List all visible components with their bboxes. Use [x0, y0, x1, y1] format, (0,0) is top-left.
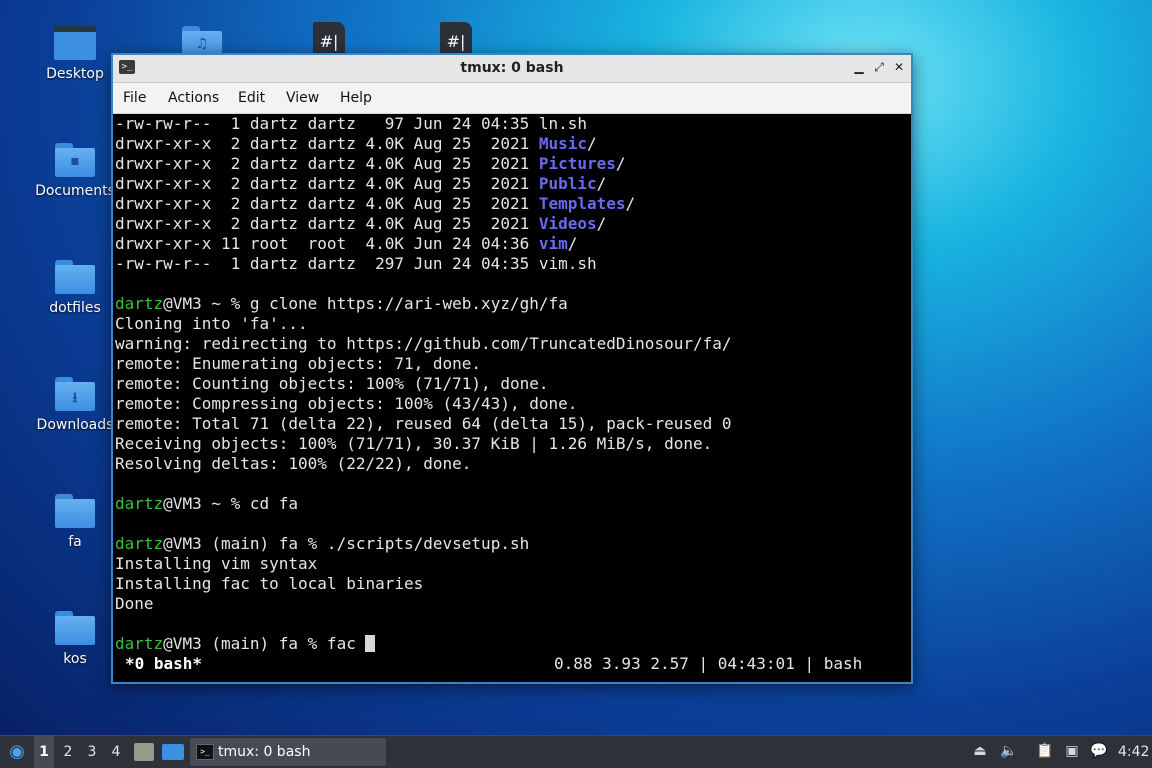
output-line: remote: Total 71 (delta 22), reused 64 (…	[115, 414, 732, 433]
desktop-icon-label: Downloads	[36, 417, 114, 433]
ls-row: drwxr-xr-x 2 dartz dartz 4.0K Aug 25 202…	[115, 134, 597, 153]
workspace-1[interactable]: 1	[34, 736, 54, 768]
desktop-icon-fa[interactable]: fa	[30, 494, 120, 550]
terminal-output[interactable]: -rw-rw-r-- 1 dartz dartz 97 Jun 24 04:35…	[113, 114, 911, 682]
ls-row: drwxr-xr-x 2 dartz dartz 4.0K Aug 25 202…	[115, 174, 607, 193]
desktop-icon-downloads[interactable]: ⭳ Downloads	[30, 377, 120, 433]
desktop-icon-label: kos	[63, 651, 87, 667]
ls-row: -rw-rw-r-- 1 dartz dartz 297 Jun 24 04:3…	[115, 254, 597, 273]
active-prompt-line[interactable]: dartz@VM3 (main) fa % fac	[115, 634, 376, 654]
taskbar: ◉ 1 2 3 4 >_ tmux: 0 bash ⏏ 🔈 📋 ▣ 💬 4:42	[0, 735, 1152, 768]
menu-actions[interactable]: Actions	[168, 90, 219, 106]
close-button[interactable]: ✕	[891, 59, 907, 75]
output-line: Done	[115, 594, 154, 613]
menu-help[interactable]: Help	[340, 90, 372, 106]
desktop-icon-desktop[interactable]: Desktop	[30, 26, 120, 82]
menu-edit[interactable]: Edit	[238, 90, 265, 106]
menu-view[interactable]: View	[286, 90, 319, 106]
maximize-button[interactable]: ⤢	[871, 59, 887, 75]
text-cursor	[365, 635, 376, 652]
output-line: Installing vim syntax	[115, 554, 318, 573]
desktop-icon-label: Documents	[35, 183, 115, 199]
notification-icon[interactable]: 💬	[1090, 743, 1107, 759]
ls-row: drwxr-xr-x 2 dartz dartz 4.0K Aug 25 202…	[115, 194, 636, 213]
desktop-icon-label: fa	[68, 534, 82, 550]
desktop-icon-kos[interactable]: kos	[30, 611, 120, 667]
output-line: warning: redirecting to https://github.c…	[115, 334, 732, 353]
prompt-line: dartz@VM3 ~ % g clone https://ari-web.xy…	[115, 294, 568, 313]
output-line: Installing fac to local binaries	[115, 574, 424, 593]
desktop-icon-dotfiles[interactable]: dotfiles	[30, 260, 120, 316]
start-menu-icon[interactable]: ◉	[4, 736, 30, 768]
menubar: File Actions Edit View Help	[113, 83, 911, 114]
output-line: Cloning into 'fa'...	[115, 314, 308, 333]
ls-row: drwxr-xr-x 11 root root 4.0K Jun 24 04:3…	[115, 234, 578, 253]
minimize-button[interactable]: ▁	[851, 59, 867, 75]
workspace-4[interactable]: 4	[106, 736, 126, 768]
clock[interactable]: 4:42	[1118, 736, 1150, 768]
tmux-window-list[interactable]: *0 bash*	[125, 654, 202, 674]
menu-file[interactable]: File	[123, 90, 146, 106]
ls-row: drwxr-xr-x 2 dartz dartz 4.0K Aug 25 202…	[115, 214, 607, 233]
folder-downloads-icon: ⭳	[55, 377, 95, 411]
monitor-icon	[54, 26, 96, 60]
folder-icon	[55, 260, 95, 294]
output-line: remote: Counting objects: 100% (71/71), …	[115, 374, 549, 393]
desktop-icon-documents[interactable]: ▪ Documents	[30, 143, 120, 199]
terminal-window[interactable]: >_ tmux: 0 bash ▁ ⤢ ✕ File Actions Edit …	[111, 53, 913, 684]
ls-row: -rw-rw-r-- 1 dartz dartz 97 Jun 24 04:35…	[115, 114, 588, 133]
window-titlebar[interactable]: >_ tmux: 0 bash ▁ ⤢ ✕	[113, 55, 911, 83]
prompt-line: dartz@VM3 ~ % cd fa	[115, 494, 299, 513]
output-line: remote: Enumerating objects: 71, done.	[115, 354, 482, 373]
output-line: Resolving deltas: 100% (22/22), done.	[115, 454, 472, 473]
desktop-icon-label: dotfiles	[49, 300, 101, 316]
folder-icon	[55, 494, 95, 528]
task-title: tmux: 0 bash	[218, 744, 311, 760]
terminal-icon: >_	[196, 744, 214, 760]
output-line: Receiving objects: 100% (71/71), 30.37 K…	[115, 434, 713, 453]
folder-icon	[55, 611, 95, 645]
folder-documents-icon: ▪	[55, 143, 95, 177]
script-file-icon: #|	[319, 32, 339, 51]
workspace-3[interactable]: 3	[82, 736, 102, 768]
tmux-status-right: 0.88 3.93 2.57 | 04:43:01 | bash	[554, 654, 863, 673]
desktop-icon-label: Desktop	[46, 66, 104, 82]
output-line: remote: Compressing objects: 100% (43/43…	[115, 394, 578, 413]
window-title: tmux: 0 bash	[460, 60, 564, 76]
clipboard-icon[interactable]: 📋	[1036, 743, 1053, 759]
script-file-icon: #|	[446, 32, 466, 51]
network-icon[interactable]: ▣	[1064, 743, 1080, 759]
prompt-line: dartz@VM3 (main) fa % ./scripts/devsetup…	[115, 534, 530, 553]
ls-row: drwxr-xr-x 2 dartz dartz 4.0K Aug 25 202…	[115, 154, 626, 173]
file-manager-icon[interactable]	[134, 743, 154, 761]
volume-icon[interactable]: 🔈	[1000, 743, 1017, 759]
eject-icon[interactable]: ⏏	[972, 743, 988, 759]
task-tmux[interactable]: >_ tmux: 0 bash	[190, 738, 386, 766]
show-desktop-icon[interactable]	[162, 744, 184, 760]
workspace-2[interactable]: 2	[58, 736, 78, 768]
